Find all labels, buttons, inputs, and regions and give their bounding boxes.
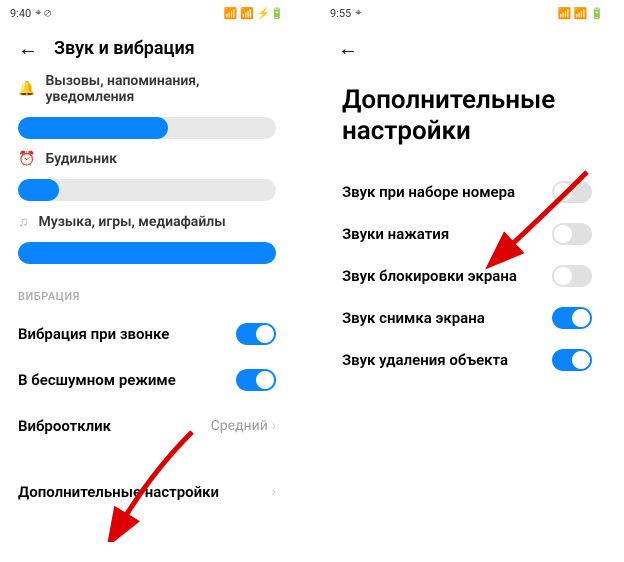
music-icon: ♫	[18, 213, 29, 230]
toggle-delete-sound: Звук удаления объекта	[322, 339, 612, 381]
toggle-switch[interactable]	[552, 223, 592, 245]
bell-icon: 🔔	[18, 81, 35, 97]
toggle-label: Звук снимка экрана	[342, 309, 485, 327]
alarm-icon: ⏰	[18, 151, 35, 167]
phone-left: 9:40 ⌖ ⊘ 📶 📶 ⚡🔋 ← Звук и вибрация 🔔 Вызо…	[2, 2, 292, 560]
slider-alarm: ⏰ Будильник	[2, 147, 292, 209]
toggle-label: Звуки нажатия	[342, 225, 449, 243]
toggle-label: Звук блокировки экрана	[342, 267, 517, 285]
toggle-label: Звук удаления объекта	[342, 351, 508, 369]
status-icons-right: 📶 📶 🔋	[557, 7, 604, 20]
nav-value: Средний	[211, 418, 268, 434]
slider-media: ♫ Музыка, игры, медиафайлы	[2, 209, 292, 272]
toggle-tap-sounds: Звуки нажатия	[322, 213, 612, 255]
header: ←	[322, 24, 612, 69]
toggle-dial-pad-sound: Звук при наборе номера	[322, 171, 612, 213]
page-title: Звук и вибрация	[54, 38, 195, 59]
volume-slider-alarm[interactable]	[18, 179, 276, 201]
toggle-screenshot-sound: Звук снимка экрана	[322, 297, 612, 339]
chevron-right-icon: ›	[272, 484, 276, 500]
phone-right: 9:55 ⌖ 📶 📶 🔋 ← Дополнительные настройки …	[322, 2, 612, 560]
status-icon-left: ⌖ ⊘	[35, 6, 51, 20]
toggle-screen-lock-sound: Звук блокировки экрана	[322, 255, 612, 297]
toggle-label: В бесшумном режиме	[18, 371, 176, 389]
slider-calls: 🔔 Вызовы, напоминания, уведомления	[2, 69, 292, 147]
nav-additional-settings[interactable]: Дополнительные настройки ›	[2, 469, 292, 515]
chevron-right-icon: ›	[272, 418, 276, 434]
nav-label: Виброотклик	[18, 417, 111, 435]
toggle-switch[interactable]	[552, 181, 592, 203]
toggle-label: Вибрация при звонке	[18, 325, 169, 343]
slider-label: Вызовы, напоминания, уведомления	[45, 73, 276, 105]
slider-label: Музыка, игры, медиафайлы	[39, 214, 226, 230]
section-vibration: ВИБРАЦИЯ	[2, 272, 292, 311]
toggle-switch[interactable]	[552, 265, 592, 287]
toggle-silent-mode: В бесшумном режиме	[2, 357, 292, 403]
page-title: Дополнительные настройки	[322, 69, 612, 171]
volume-slider-calls[interactable]	[18, 117, 276, 139]
status-bar: 9:40 ⌖ ⊘ 📶 📶 ⚡🔋	[2, 2, 292, 24]
header: ← Звук и вибрация	[2, 24, 292, 69]
toggle-vibrate-on-call: Вибрация при звонке	[2, 311, 292, 357]
nav-haptic-feedback[interactable]: Виброотклик Средний ›	[2, 403, 292, 449]
status-bar: 9:55 ⌖ 📶 📶 🔋	[322, 2, 612, 24]
status-time: 9:55	[330, 7, 351, 20]
volume-slider-media[interactable]	[18, 242, 276, 264]
back-arrow-icon[interactable]: ←	[18, 36, 38, 61]
status-icons-right: 📶 📶 ⚡🔋	[224, 7, 284, 20]
toggle-switch[interactable]	[552, 349, 592, 371]
status-time: 9:40	[10, 7, 31, 20]
toggle-switch[interactable]	[552, 307, 592, 329]
toggle-switch[interactable]	[236, 369, 276, 391]
nav-label: Дополнительные настройки	[18, 483, 219, 501]
back-arrow-icon[interactable]: ←	[338, 36, 358, 61]
status-icon-left: ⌖	[355, 6, 361, 20]
toggle-switch[interactable]	[236, 323, 276, 345]
toggle-label: Звук при наборе номера	[342, 183, 515, 201]
slider-label: Будильник	[45, 151, 116, 167]
